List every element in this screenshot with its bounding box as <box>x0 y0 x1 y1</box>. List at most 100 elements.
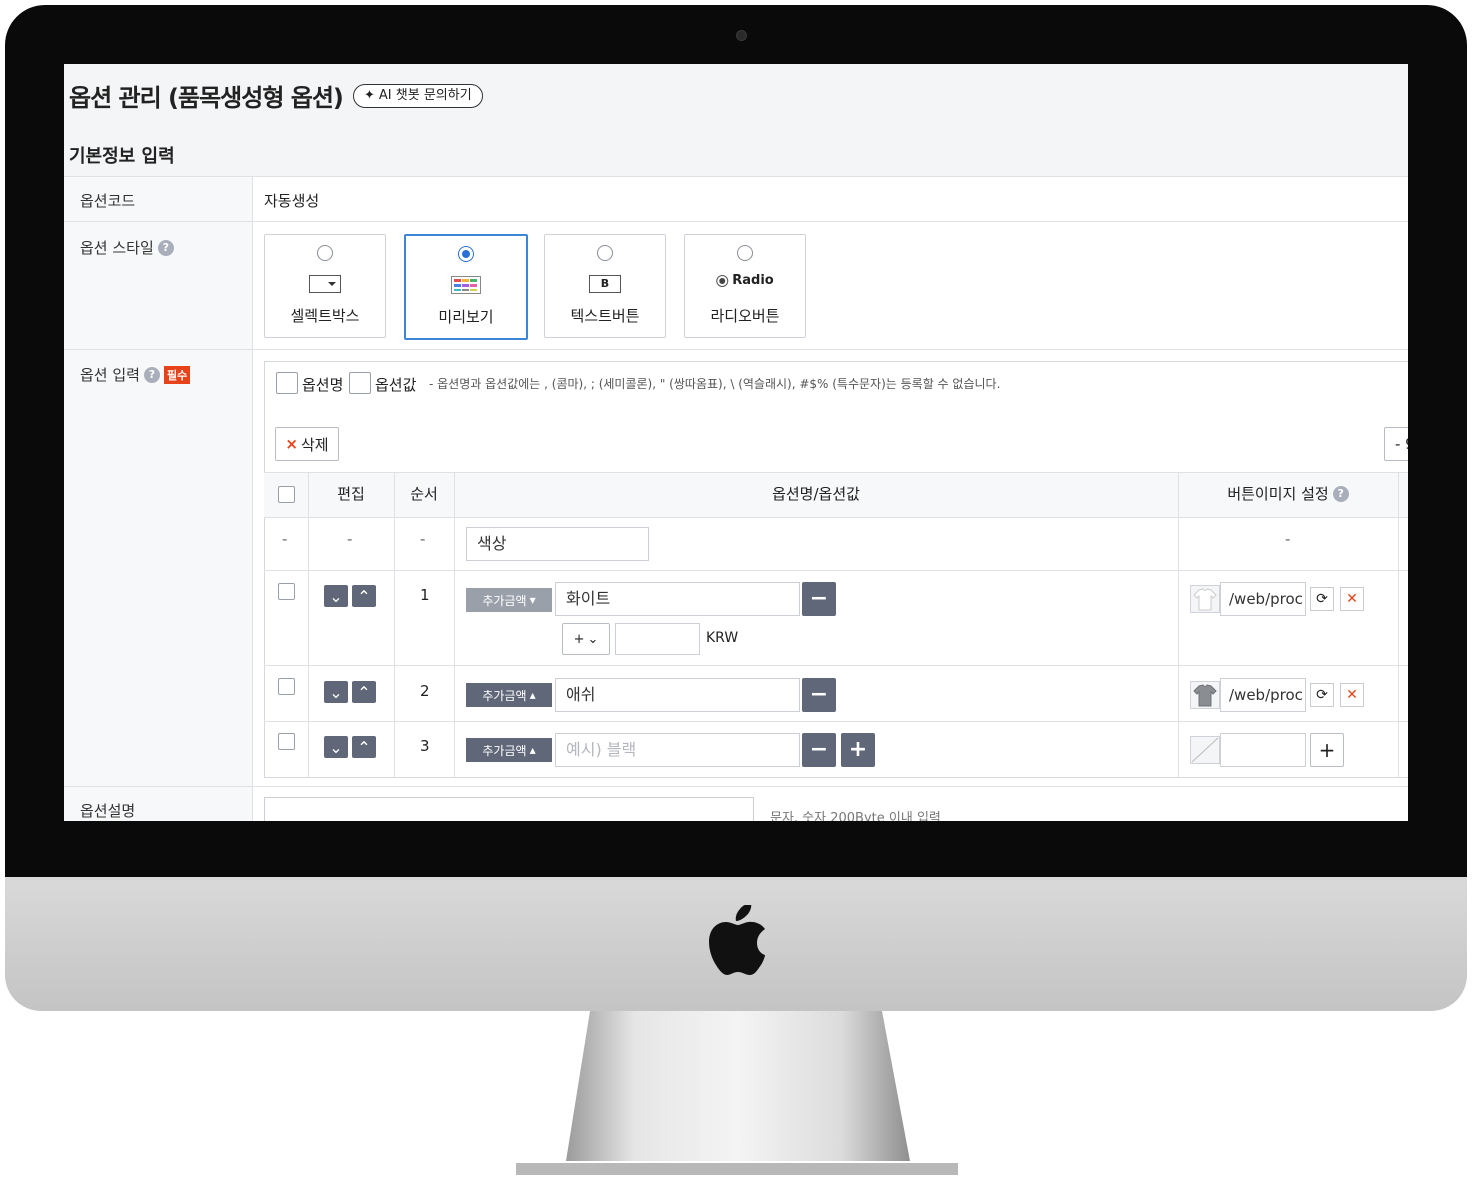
add-value-button[interactable]: + <box>841 733 875 767</box>
style-selectbox-card[interactable]: 셀렉트박스 <box>264 234 386 338</box>
sparkle-icon: ✦ <box>364 88 375 103</box>
radio-sample-icon: Radio <box>716 273 774 288</box>
help-icon[interactable]: ? <box>143 366 160 383</box>
app-screen: 옵션 관리 (품목생성형 옵션) ✦ AI 챗봇 문의하기 기본정보 입력 옵션… <box>64 64 1408 821</box>
minus-icon: − <box>809 737 829 762</box>
chevron-up-icon: ⌃ <box>357 586 371 606</box>
ai-chatbot-label: AI 챗봇 문의하기 <box>378 88 472 103</box>
col-button-image: 버튼이미지 설정? <box>1178 472 1398 516</box>
option-desc-label: 옵션설명 <box>80 802 136 820</box>
option-value-input[interactable]: 예시) 블랙 <box>555 733 800 767</box>
required-badge: 필수 <box>163 365 191 384</box>
chevron-down-icon: ⌄ <box>329 586 343 606</box>
page-title: 옵션 관리 (품목생성형 옵션) <box>69 84 344 112</box>
style-preview-label: 미리보기 <box>438 308 494 326</box>
extra-price-toggle[interactable]: 추가금액 ▾ <box>466 588 552 612</box>
table-cell: - <box>347 530 353 548</box>
move-down-button[interactable]: ⌄ <box>324 736 348 758</box>
col-name-value: 옵션명/옵션값 <box>772 485 860 503</box>
empty-image-thumb <box>1190 736 1220 764</box>
option-name-input[interactable]: 색상 <box>466 527 649 561</box>
move-down-button[interactable]: ⌄ <box>324 681 348 703</box>
extra-price-toggle[interactable]: 추가금액 ▴ <box>466 683 552 707</box>
refresh-image-button[interactable]: ⟳ <box>1310 587 1334 611</box>
col-divider <box>308 472 309 777</box>
move-up-button[interactable]: ⌃ <box>352 585 376 607</box>
row-checkbox[interactable] <box>278 583 295 600</box>
style-textbutton-radio[interactable] <box>597 245 613 261</box>
chevron-down-icon: ⌄ <box>329 737 343 757</box>
close-icon: × <box>285 435 298 453</box>
extra-price-input[interactable] <box>615 623 700 655</box>
extra-price-toggle[interactable]: 추가금액 ▴ <box>466 738 552 762</box>
apple-logo-icon <box>709 905 765 975</box>
style-selectbox-radio[interactable] <box>317 245 333 261</box>
divider <box>64 221 1408 222</box>
style-radiobutton-card[interactable]: Radio 라디오버튼 <box>684 234 806 338</box>
option-name-toggle[interactable] <box>276 372 298 394</box>
style-preview-radio[interactable] <box>458 246 474 262</box>
style-textbutton-card[interactable]: B 텍스트버튼 <box>544 234 666 338</box>
move-up-button[interactable]: ⌃ <box>352 681 376 703</box>
close-icon: ✕ <box>1346 591 1358 607</box>
section-title: 기본정보 입력 <box>69 146 175 167</box>
delete-button[interactable]: × 삭제 <box>275 427 339 461</box>
button-image-path[interactable] <box>1220 733 1306 767</box>
chevron-down-icon: ▾ <box>529 593 536 607</box>
add-image-button[interactable]: + <box>1310 733 1344 767</box>
minus-icon: − <box>809 682 829 707</box>
remove-value-button[interactable]: − <box>802 582 836 616</box>
col-edit: 편집 <box>337 485 365 503</box>
plus-icon: + <box>1318 738 1336 762</box>
move-down-button[interactable]: ⌄ <box>324 585 348 607</box>
remove-value-button[interactable]: − <box>802 733 836 767</box>
remove-image-button[interactable]: ✕ <box>1340 587 1364 611</box>
option-name-toggle-label: 옵션명 <box>302 376 344 394</box>
remove-image-button[interactable]: ✕ <box>1340 683 1364 707</box>
form-label-column <box>64 176 253 821</box>
style-radiobutton-label: 라디오버튼 <box>710 307 780 325</box>
row-divider <box>264 665 1408 666</box>
camera <box>736 30 747 41</box>
col-divider <box>454 472 455 777</box>
empty-image-icon <box>1191 737 1219 763</box>
refresh-icon: ⟳ <box>1316 687 1328 703</box>
shirt-icon <box>1193 684 1217 707</box>
option-desc-input[interactable] <box>264 797 754 821</box>
row-order: 2 <box>420 682 430 700</box>
option-value-toggle[interactable] <box>349 372 371 394</box>
plus-icon: + <box>848 737 868 762</box>
row-checkbox[interactable] <box>278 678 295 695</box>
remove-value-button[interactable]: − <box>802 678 836 712</box>
button-image-path[interactable]: /web/proc <box>1220 582 1306 616</box>
option-value-input[interactable]: 애쉬 <box>555 678 800 712</box>
select-all-checkbox[interactable] <box>278 486 295 503</box>
style-radiobutton-radio[interactable] <box>737 245 753 261</box>
close-icon: ✕ <box>1346 687 1358 703</box>
help-icon[interactable]: ? <box>157 239 174 256</box>
chevron-up-icon: ⌃ <box>357 682 371 702</box>
option-value-input[interactable]: 화이트 <box>555 582 800 616</box>
button-image-thumb <box>1190 585 1220 613</box>
text-button-icon: B <box>589 275 621 293</box>
style-preview-card[interactable]: 미리보기 <box>404 234 528 340</box>
option-input-label: 옵션 입력 ? 필수 <box>80 364 191 385</box>
shirt-icon <box>1193 588 1217 611</box>
option-style-label: 옵션 스타일 ? <box>80 237 174 258</box>
option-value-toggle-label: 옵션값 <box>375 376 417 394</box>
option-code-label: 옵션코드 <box>80 192 136 210</box>
row-checkbox[interactable] <box>278 733 295 750</box>
move-up-button[interactable]: ⌃ <box>352 736 376 758</box>
minus-icon: − <box>809 586 829 611</box>
row-divider <box>264 570 1408 571</box>
ai-chatbot-button[interactable]: ✦ AI 챗봇 문의하기 <box>353 84 483 108</box>
refresh-image-button[interactable]: ⟳ <box>1310 683 1334 707</box>
currency-label: KRW <box>706 630 739 646</box>
right-toolbar-button[interactable]: - 9 <box>1384 427 1408 461</box>
button-image-path[interactable]: /web/proc <box>1220 678 1306 712</box>
price-sign-select[interactable]: + ⌄ <box>562 623 610 655</box>
row-order: 1 <box>420 586 430 604</box>
chevron-down-icon: ⌄ <box>587 631 599 647</box>
help-icon[interactable]: ? <box>1332 486 1349 502</box>
table-cell: - <box>282 530 288 548</box>
